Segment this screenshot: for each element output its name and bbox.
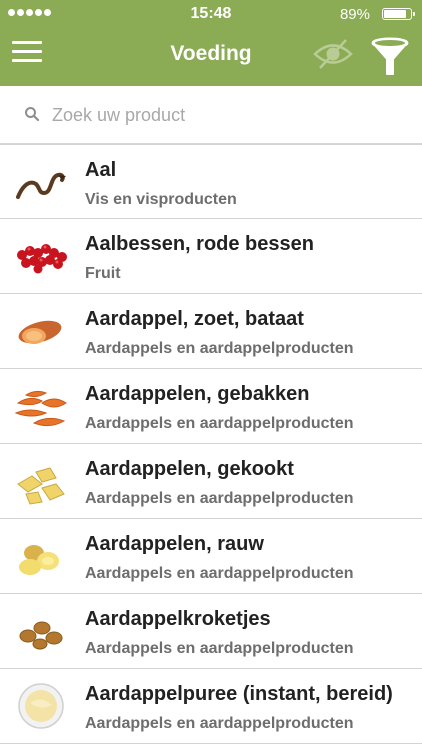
product-category: Vis en visproducten (85, 191, 237, 208)
eel-icon (16, 172, 66, 199)
product-category: Aardappels en aardappelproducten (85, 565, 354, 582)
battery-percentage: 89% (339, 6, 370, 23)
product-category: Fruit (85, 265, 121, 282)
sweet-potato-icon (18, 320, 62, 344)
product-title: Aardappelpuree (instant, bereid) (85, 683, 393, 705)
product-category: Aardappels en aardappelproducten (85, 715, 354, 732)
product-category: Aardappels en aardappelproducten (85, 340, 354, 357)
raw-potatoes-icon (19, 545, 59, 575)
product-title: Aardappelen, gebakken (85, 383, 310, 405)
croquettes-icon (19, 621, 63, 650)
fried-potatoes-icon (14, 390, 67, 427)
product-title: Aalbessen, rode bessen (85, 233, 314, 255)
list-item[interactable]: Aalbessen, rode bessen Fruit (0, 219, 422, 294)
search-icon (25, 107, 40, 122)
page-title: Voeding (170, 42, 252, 65)
list-item[interactable]: Aardappelpuree (instant, bereid) Aardapp… (0, 669, 422, 744)
mashed-potatoes-icon (18, 683, 64, 729)
redcurrant-icon (17, 244, 67, 274)
product-category: Aardappels en aardappelproducten (85, 490, 354, 507)
product-list: Aal Vis en visproducten Aalbessen, rode … (0, 144, 422, 744)
filter-funnel-icon[interactable] (370, 36, 410, 76)
product-category: Aardappels en aardappelproducten (85, 415, 354, 432)
list-item[interactable]: Aardappelen, gebakken Aardappels en aard… (0, 369, 422, 444)
app-header: 15:48 89% Voeding (0, 0, 422, 86)
search-input[interactable] (50, 100, 404, 130)
search-bar (0, 86, 422, 144)
list-item[interactable]: Aal Vis en visproducten (0, 144, 422, 219)
product-category: Aardappels en aardappelproducten (85, 640, 354, 657)
product-title: Aal (85, 159, 117, 181)
product-title: Aardappelkroketjes (85, 608, 271, 630)
status-bar: 15:48 89% (0, 0, 422, 28)
eye-slash-icon[interactable] (312, 38, 354, 70)
product-title: Aardappelen, rauw (85, 533, 264, 555)
product-title: Aardappel, zoet, bataat (85, 308, 304, 330)
list-item[interactable]: Aardappelen, gekookt Aardappels en aarda… (0, 444, 422, 519)
battery-icon (382, 8, 415, 20)
list-item[interactable]: Aardappelen, rauw Aardappels en aardappe… (0, 519, 422, 594)
list-item[interactable]: Aardappelkroketjes Aardappels en aardapp… (0, 594, 422, 669)
product-title: Aardappelen, gekookt (85, 458, 294, 480)
list-item[interactable]: Aardappel, zoet, bataat Aardappels en aa… (0, 294, 422, 369)
boiled-potatoes-icon (17, 467, 65, 505)
